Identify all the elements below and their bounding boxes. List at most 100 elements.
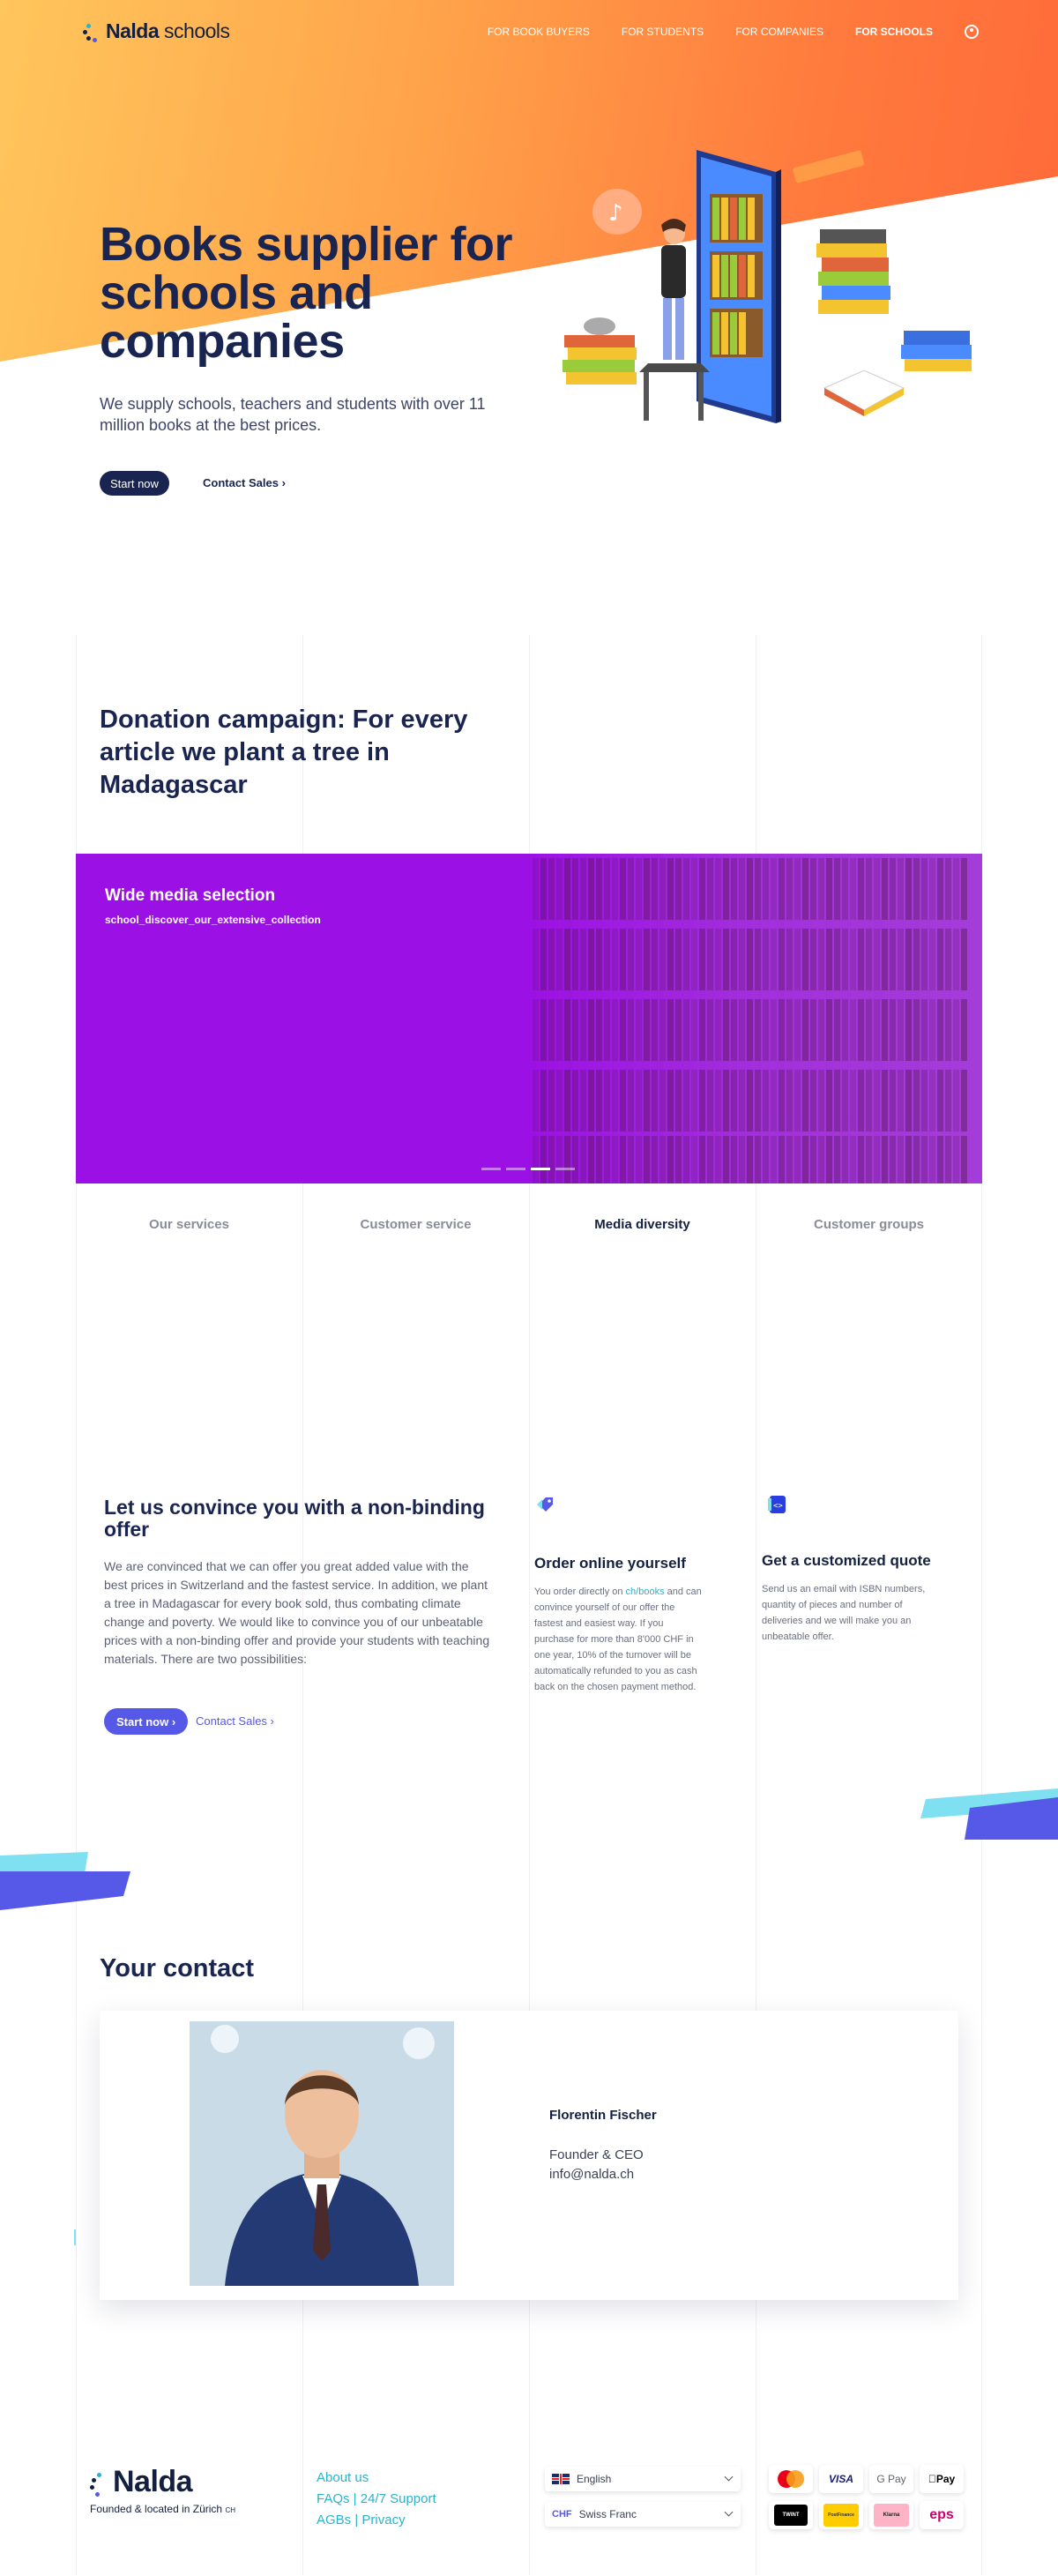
footer-brand-name: Nalda xyxy=(113,2465,193,2498)
nav-link-schools[interactable]: FOR SCHOOLS xyxy=(855,26,933,38)
book-spine xyxy=(540,858,547,920)
book-spine xyxy=(834,1136,840,1183)
book-spine xyxy=(755,1136,761,1183)
book-spine xyxy=(842,1070,848,1131)
book-spine xyxy=(826,858,832,920)
book-spine xyxy=(937,1136,943,1183)
user-circle-icon[interactable] xyxy=(965,25,979,39)
footer-link-faq[interactable]: FAQs | 24/7 Support xyxy=(317,2489,436,2510)
book-spine xyxy=(866,929,872,990)
books-link[interactable]: ch/books xyxy=(626,1587,665,1597)
book-spine xyxy=(810,999,816,1061)
book-spine xyxy=(596,858,602,920)
footer-link-about[interactable]: About us xyxy=(317,2468,436,2489)
book-spine xyxy=(556,929,563,990)
card-quote-text: Send us an email with ISBN numbers, quan… xyxy=(762,1584,926,1642)
brand-logo[interactable]: Nalda schools xyxy=(83,19,230,43)
book-spine xyxy=(683,1070,689,1131)
book-spine xyxy=(794,1136,801,1183)
book-spine xyxy=(659,1070,666,1131)
book-spine xyxy=(699,929,705,990)
book-spine xyxy=(572,999,578,1061)
hero-title: Books supplier for schools and companies xyxy=(100,218,513,368)
book-spine xyxy=(747,1070,753,1131)
tab-media-diversity[interactable]: Media diversity xyxy=(529,1217,756,1232)
book-spine xyxy=(580,858,586,920)
book-spine xyxy=(961,1136,967,1183)
person-icon xyxy=(661,219,686,360)
book-spine xyxy=(818,858,824,920)
book-spine xyxy=(548,999,555,1061)
book-spine xyxy=(667,1136,674,1183)
book-spine xyxy=(834,999,840,1061)
book-spine xyxy=(850,1070,856,1131)
book-spine xyxy=(675,1070,682,1131)
language-select[interactable]: English xyxy=(545,2467,741,2491)
book-spine xyxy=(667,858,674,920)
contact-email-link[interactable]: info@nalda.ch xyxy=(549,2167,634,2182)
book-spine xyxy=(921,999,928,1061)
section-tabs: Our services Customer service Media dive… xyxy=(76,1217,982,1232)
book-spine xyxy=(802,999,808,1061)
contact-sales-link[interactable]: Contact Sales › xyxy=(203,476,286,489)
nav-link-book-buyers[interactable]: FOR BOOK BUYERS xyxy=(488,26,590,38)
footer-link-agb[interactable]: AGBs | Privacy xyxy=(317,2510,436,2531)
klarna-icon: Klarna xyxy=(869,2501,913,2529)
book-spine xyxy=(905,858,912,920)
book-spine xyxy=(612,1070,618,1131)
book-spine xyxy=(604,1070,610,1131)
book-spine xyxy=(580,999,586,1061)
book-spine xyxy=(533,1136,539,1183)
book-spine xyxy=(755,999,761,1061)
book-spine xyxy=(675,999,682,1061)
book-spine xyxy=(636,999,642,1061)
book-spine xyxy=(628,999,634,1061)
book-spine xyxy=(913,1136,920,1183)
book-spine xyxy=(882,1136,888,1183)
nav-link-companies[interactable]: FOR COMPANIES xyxy=(735,26,823,38)
book-spine xyxy=(620,858,626,920)
book-spine xyxy=(588,999,594,1061)
offer-contact-sales-link[interactable]: Contact Sales › xyxy=(196,1714,274,1728)
book-spine xyxy=(937,858,943,920)
book-spine xyxy=(763,999,769,1061)
book-spine xyxy=(905,1070,912,1131)
book-spine xyxy=(540,929,547,990)
card-quote-title: Get a customized quote xyxy=(762,1552,931,1569)
book-spine xyxy=(945,929,951,990)
book-spine xyxy=(874,858,880,920)
carousel-dot-active[interactable] xyxy=(531,1168,550,1170)
book-spine xyxy=(533,858,539,920)
nav-link-students[interactable]: FOR STUDENTS xyxy=(622,26,704,38)
book-spine xyxy=(961,929,967,990)
book-spine xyxy=(596,929,602,990)
offer-start-now-button[interactable]: Start now › xyxy=(104,1708,189,1735)
book-spine xyxy=(771,1136,777,1183)
book-spine xyxy=(588,1070,594,1131)
book-spine xyxy=(786,1070,793,1131)
currency-select[interactable]: CHF Swiss Franc xyxy=(545,2502,741,2527)
start-now-button[interactable]: Start now xyxy=(100,471,169,496)
tab-customer-groups[interactable]: Customer groups xyxy=(756,1217,982,1232)
book-spine xyxy=(580,929,586,990)
book-spine xyxy=(707,1070,713,1131)
postfinance-icon: PostFinance xyxy=(819,2501,863,2529)
book-spine xyxy=(945,1136,951,1183)
footer-logo[interactable]: Nalda xyxy=(90,2465,193,2499)
contact-card: Florentin Fischer Founder & CEO info@nal… xyxy=(100,2011,958,2300)
book-spine xyxy=(731,1070,737,1131)
book-spine xyxy=(580,1070,586,1131)
book-spine xyxy=(866,1136,872,1183)
tab-our-services[interactable]: Our services xyxy=(76,1217,302,1232)
carousel-dot[interactable] xyxy=(555,1168,575,1170)
tab-customer-service[interactable]: Customer service xyxy=(302,1217,529,1232)
book-spine xyxy=(937,1070,943,1131)
book-spine xyxy=(548,858,555,920)
book-spine xyxy=(731,858,737,920)
carousel-dot[interactable] xyxy=(481,1168,501,1170)
carousel-dot[interactable] xyxy=(506,1168,525,1170)
media-banner[interactable]: Wide media selection school_discover_our… xyxy=(76,854,982,1183)
chevron-down-icon xyxy=(724,2507,734,2517)
book-spine xyxy=(691,929,697,990)
card-order-online-text: You order directly on ch/books and can c… xyxy=(534,1587,702,1692)
